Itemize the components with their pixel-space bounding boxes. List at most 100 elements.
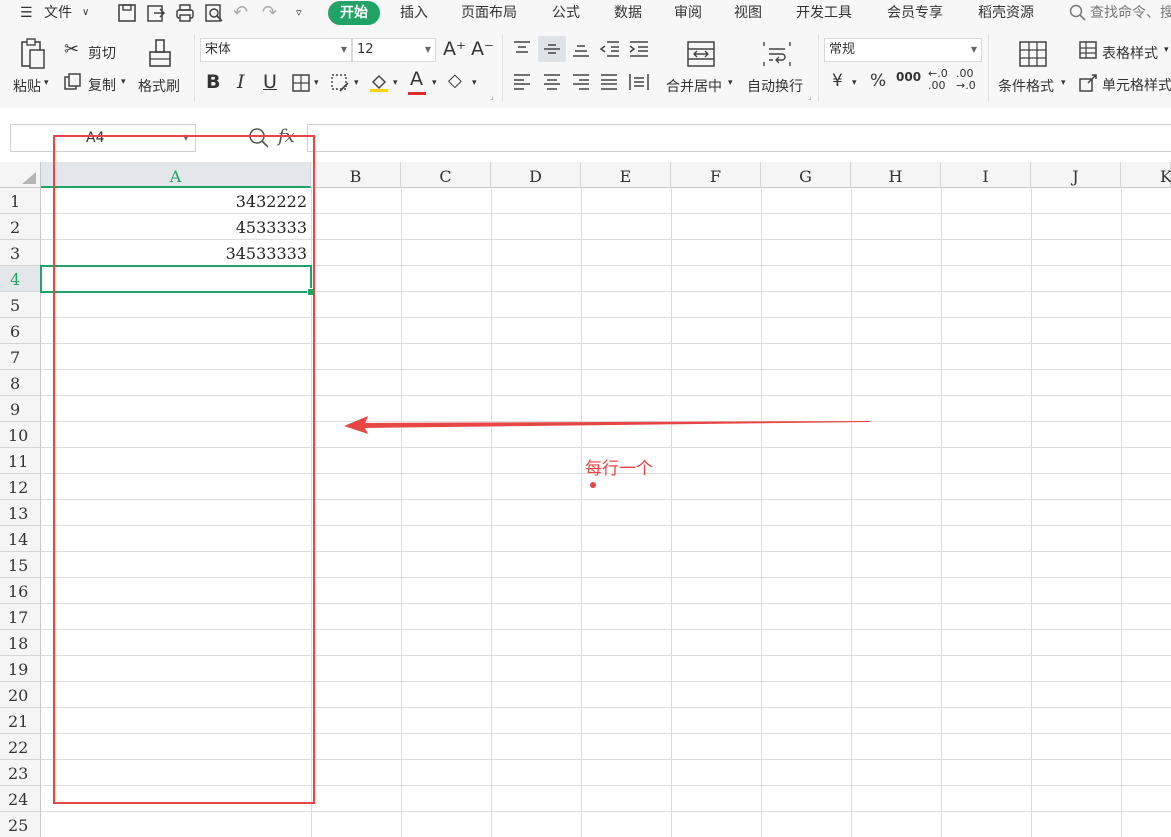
row-header[interactable]: 16	[0, 578, 41, 604]
clear-format-icon[interactable]: ◇	[448, 70, 462, 91]
align-bottom-icon[interactable]	[571, 40, 591, 58]
file-menu[interactable]: 文件	[44, 0, 72, 26]
conditional-format-dropdown-icon[interactable]: ▾	[1061, 78, 1066, 88]
row-header[interactable]: 17	[0, 604, 41, 630]
row-header[interactable]: 24	[0, 786, 41, 812]
align-top-icon[interactable]	[512, 40, 532, 58]
tab-docer-resources[interactable]: 稻壳资源	[976, 0, 1036, 26]
decrease-decimal-icon[interactable]: .00 →.0	[956, 68, 976, 92]
font-color-dropdown-icon[interactable]: ▾	[432, 78, 437, 88]
column-header-f[interactable]: F	[671, 162, 761, 188]
paste-dropdown-icon[interactable]: ▾	[44, 78, 49, 88]
number-format-dropdown-icon[interactable]: ▼	[971, 39, 977, 61]
increase-decimal-icon[interactable]: ←.0.00	[928, 68, 948, 92]
column-header-d[interactable]: D	[491, 162, 581, 188]
currency-dropdown-icon[interactable]: ▾	[852, 78, 857, 88]
font-size-dropdown-icon[interactable]: ▼	[425, 39, 431, 61]
increase-font-size-icon[interactable]: A⁺	[443, 38, 466, 60]
currency-format-button[interactable]: ¥	[832, 71, 843, 91]
align-middle-icon[interactable]	[542, 40, 562, 58]
copy-dropdown-icon[interactable]: ▾	[121, 77, 126, 87]
row-header[interactable]: 11	[0, 448, 41, 474]
row-header[interactable]: 2	[0, 214, 41, 240]
merge-center-dropdown-icon[interactable]: ▾	[728, 78, 733, 88]
tab-member[interactable]: 会员专享	[885, 0, 945, 26]
table-style-dropdown-icon[interactable]: ▾	[1164, 45, 1169, 55]
column-header-c[interactable]: C	[401, 162, 491, 188]
row-header[interactable]: 10	[0, 422, 41, 448]
format-painter-button[interactable]: 格式刷	[138, 76, 180, 96]
font-color-icon[interactable]: A	[410, 68, 423, 90]
table-style-button[interactable]: 表格样式	[1102, 43, 1158, 63]
fill-color-dropdown-icon[interactable]: ▾	[393, 78, 398, 88]
row-header[interactable]: 8	[0, 370, 41, 396]
row-header[interactable]: 6	[0, 318, 41, 344]
borders-dropdown-icon[interactable]: ▾	[314, 78, 319, 88]
row-header[interactable]: 22	[0, 734, 41, 760]
underline-icon[interactable]: U	[263, 71, 277, 93]
column-header-j[interactable]: J	[1031, 162, 1121, 188]
tab-developer[interactable]: 开发工具	[794, 0, 854, 26]
row-header[interactable]: 5	[0, 292, 41, 318]
undo-icon[interactable]: ↶	[233, 0, 248, 26]
decrease-indent-icon[interactable]	[599, 40, 621, 58]
hamburger-menu-icon[interactable]: ☰	[20, 0, 33, 26]
column-header-b[interactable]: B	[311, 162, 401, 188]
row-header[interactable]: 18	[0, 630, 41, 656]
format-painter-icon[interactable]	[146, 38, 174, 70]
fill-color-icon[interactable]	[368, 71, 390, 93]
tab-page-layout[interactable]: 页面布局	[459, 0, 519, 26]
align-left-icon[interactable]	[512, 73, 532, 91]
decrease-font-size-icon[interactable]: A⁻	[471, 38, 494, 60]
font-size-select[interactable]: 12 ▼	[352, 38, 436, 62]
cell-fill-pattern-icon[interactable]	[330, 73, 352, 93]
select-all-triangle-icon[interactable]	[22, 172, 36, 184]
file-menu-chevron-icon[interactable]: ∨	[82, 0, 89, 26]
merge-center-icon[interactable]	[686, 40, 716, 68]
align-center-icon[interactable]	[542, 73, 562, 91]
font-dialog-launcher-icon[interactable]: ⌟	[490, 92, 494, 101]
merge-center-button[interactable]: 合并居中	[666, 76, 722, 96]
row-header[interactable]: 12	[0, 474, 41, 500]
row-header[interactable]: 15	[0, 552, 41, 578]
formula-input[interactable]	[307, 124, 1171, 152]
search-command-box[interactable]: 查找命令、搜	[1090, 0, 1171, 26]
row-header-selected[interactable]: 4	[0, 266, 41, 292]
conditional-format-button[interactable]: 条件格式	[998, 76, 1054, 96]
row-header[interactable]: 7	[0, 344, 41, 370]
column-header-i[interactable]: I	[941, 162, 1031, 188]
clear-format-dropdown-icon[interactable]: ▾	[472, 78, 477, 88]
paste-icon[interactable]	[18, 38, 48, 70]
column-header-e[interactable]: E	[581, 162, 671, 188]
print-icon[interactable]	[174, 2, 196, 24]
column-header-k[interactable]: K	[1121, 162, 1171, 188]
table-style-icon[interactable]	[1078, 40, 1098, 60]
tab-review[interactable]: 审阅	[672, 0, 704, 26]
conditional-format-icon[interactable]	[1018, 40, 1048, 68]
tab-data[interactable]: 数据	[612, 0, 644, 26]
font-name-dropdown-icon[interactable]: ▼	[341, 39, 347, 61]
row-header[interactable]: 20	[0, 682, 41, 708]
column-header-h[interactable]: H	[851, 162, 941, 188]
italic-icon[interactable]: I	[237, 71, 245, 93]
alignment-dialog-launcher-icon[interactable]: ⌟	[808, 92, 812, 101]
paste-button[interactable]: 粘贴	[13, 76, 41, 96]
save-icon[interactable]	[116, 2, 138, 24]
increase-indent-icon[interactable]	[628, 40, 650, 58]
percent-format-button[interactable]: %	[870, 71, 886, 91]
row-header[interactable]: 3	[0, 240, 41, 266]
cell-style-button[interactable]: 单元格样式	[1102, 75, 1171, 95]
row-header[interactable]: 19	[0, 656, 41, 682]
thousands-separator-button[interactable]: 000	[896, 70, 921, 84]
search-icon[interactable]	[1068, 3, 1088, 23]
tab-home[interactable]: 开始	[328, 1, 380, 25]
wrap-text-icon[interactable]	[762, 40, 792, 68]
tab-view[interactable]: 视图	[732, 0, 764, 26]
wrap-text-button[interactable]: 自动换行	[747, 76, 803, 96]
borders-icon[interactable]	[291, 73, 311, 93]
cut-button[interactable]: 剪切	[88, 43, 116, 63]
export-icon[interactable]	[145, 2, 167, 24]
distributed-align-icon[interactable]	[628, 73, 650, 91]
row-header[interactable]: 23	[0, 760, 41, 786]
tab-insert[interactable]: 插入	[398, 0, 430, 26]
